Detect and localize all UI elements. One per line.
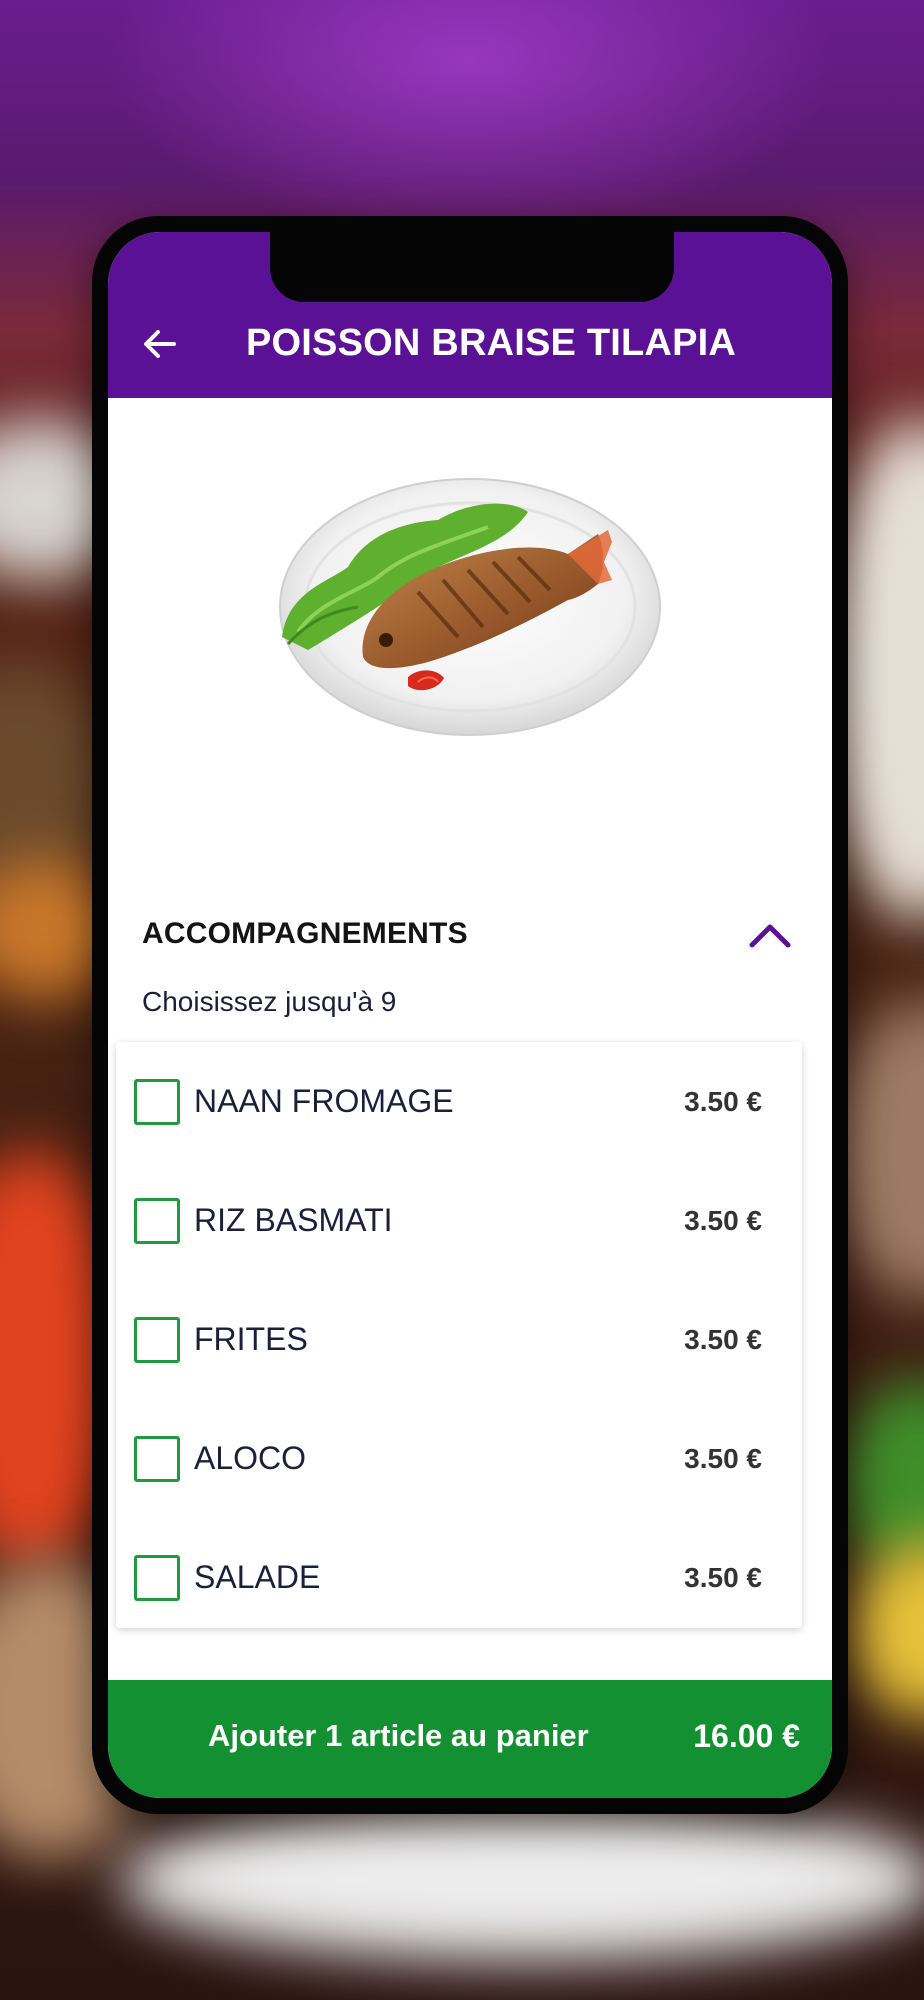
add-to-cart-button[interactable]: Ajouter 1 article au panier 16.00 € [108,1680,832,1798]
option-frites[interactable]: FRITES 3.50 € [116,1280,802,1399]
option-price: 3.50 € [684,1204,762,1236]
option-price: 3.50 € [684,1085,762,1117]
option-label: RIZ BASMATI [194,1202,393,1238]
option-riz-basmati[interactable]: RIZ BASMATI 3.50 € [116,1161,802,1280]
back-button[interactable] [130,314,190,374]
phone-notch [270,232,674,302]
option-label: SALADE [194,1559,321,1595]
dish-image [279,478,661,736]
collapse-button[interactable] [742,906,798,962]
add-to-cart-label: Ajouter 1 article au panier [208,1718,589,1753]
accompaniments-header[interactable]: ACCOMPAGNEMENTS [142,906,798,962]
page-title: POISSON BRAISE TILAPIA [246,322,737,364]
option-price: 3.50 € [684,1442,762,1474]
checkbox[interactable] [134,1078,180,1125]
checkbox[interactable] [134,1197,180,1244]
option-label: ALOCO [194,1440,307,1476]
checkbox[interactable] [134,1435,180,1482]
option-naan-fromage[interactable]: NAAN FROMAGE 3.50 € [116,1042,802,1161]
option-price: 3.50 € [684,1323,762,1355]
app-screen: POISSON BRAISE TILAPIA ACCOMPAGNEMENTS C… [108,232,832,1798]
selection-hint: Choisissez jusqu'à 9 [142,986,397,1017]
section-title: ACCOMPAGNEMENTS [142,917,468,950]
option-price: 3.50 € [684,1561,762,1593]
options-list: NAAN FROMAGE 3.50 € RIZ BASMATI 3.50 € F… [116,1042,802,1628]
option-label: FRITES [194,1321,308,1357]
arrow-left-icon [144,330,176,358]
phone-frame: POISSON BRAISE TILAPIA ACCOMPAGNEMENTS C… [92,216,848,1814]
checkbox[interactable] [134,1316,180,1363]
option-salade[interactable]: SALADE 3.50 € [116,1518,802,1637]
option-aloco[interactable]: ALOCO 3.50 € [116,1399,802,1518]
cart-total: 16.00 € [693,1718,800,1754]
checkbox[interactable] [134,1554,180,1601]
chevron-up-icon [749,924,791,948]
option-label: NAAN FROMAGE [194,1083,454,1119]
